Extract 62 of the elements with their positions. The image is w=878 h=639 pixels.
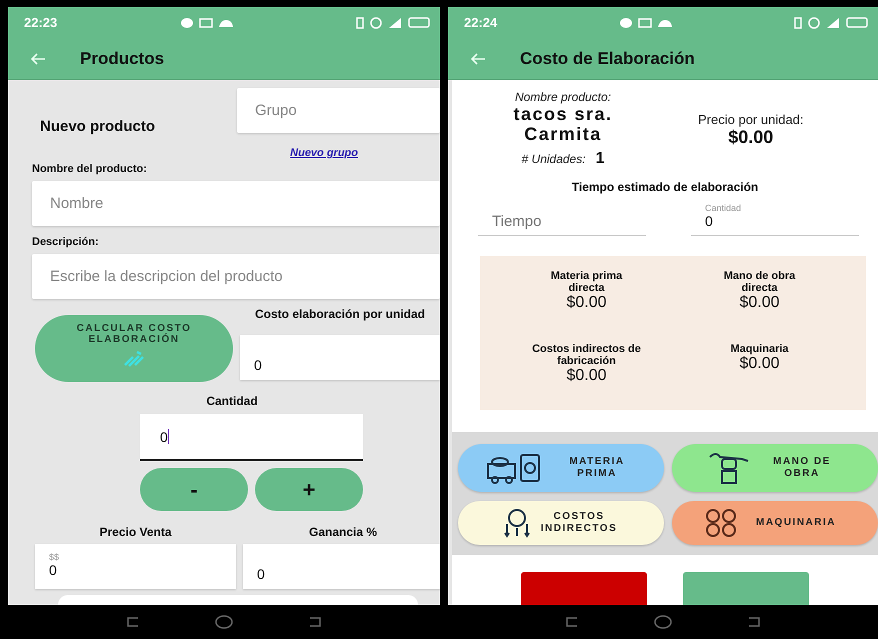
battery-icon xyxy=(408,17,430,28)
gears-icon xyxy=(704,508,738,538)
units-value: 1 xyxy=(596,150,604,168)
unit-price: $0.00 xyxy=(728,127,774,148)
status-time: 22:23 xyxy=(24,15,58,30)
back-icon[interactable] xyxy=(308,616,322,628)
battery-icon xyxy=(846,17,868,28)
recents-icon[interactable] xyxy=(126,616,140,628)
time-heading: Tiempo estimado de elaboración xyxy=(572,180,758,194)
price-field[interactable]: $$ 0 xyxy=(35,544,236,589)
section-heading: Nuevo producto xyxy=(40,118,156,135)
cost-value: $0.00 xyxy=(739,294,780,312)
decrement-button[interactable]: - xyxy=(140,468,248,511)
name-field[interactable]: Nombre xyxy=(32,181,440,226)
cost-label: Materia prima directa xyxy=(550,270,624,294)
message-icon xyxy=(180,18,193,28)
time-field[interactable]: Tiempo xyxy=(478,194,646,236)
cloud-icon xyxy=(218,18,233,26)
price-label: Precio Venta xyxy=(99,525,172,539)
cloud-icon xyxy=(658,18,672,26)
group-field[interactable]: Grupo xyxy=(237,88,440,133)
cost-value: $0.00 xyxy=(739,355,780,373)
coin-arrows-icon xyxy=(503,508,531,538)
back-arrow-icon[interactable] xyxy=(470,52,486,64)
unit-cost-label: Costo elaboración por unidad xyxy=(254,307,426,321)
amount-field[interactable]: Cantidad 0 xyxy=(691,194,859,236)
signal-icon xyxy=(826,16,840,28)
calculate-cost-button[interactable]: CALCULAR COSTO ELABORACIÓN xyxy=(35,315,233,382)
profit-field[interactable]: 0 xyxy=(243,544,440,589)
cost-label: Mano de obra directa xyxy=(722,270,796,294)
increment-button[interactable]: + xyxy=(255,468,363,511)
profit-label: Ganancia % xyxy=(308,525,378,539)
cost-label: Costos indirectos de fabricación xyxy=(532,343,642,367)
back-icon[interactable] xyxy=(746,616,761,628)
cost-value: $0.00 xyxy=(566,294,607,312)
runner-icon xyxy=(123,349,145,367)
product-label: Nombre producto: xyxy=(514,90,612,104)
screen-title: Productos xyxy=(80,48,164,68)
status-time: 22:24 xyxy=(464,15,498,30)
new-group-link[interactable]: Nuevo grupo xyxy=(290,147,358,159)
signal-icon xyxy=(388,16,402,28)
quantity-label: Cantidad xyxy=(206,394,258,408)
home-icon[interactable] xyxy=(214,615,233,629)
category-button[interactable]: COSTOS INDIRECTOS xyxy=(458,501,664,545)
quantity-field[interactable]: 0 xyxy=(140,414,363,461)
unit-price-label: Precio por unidad: xyxy=(698,112,804,127)
description-field[interactable]: Escribe la descripcion del producto xyxy=(32,254,440,299)
product-name: tacos sra. Carmita xyxy=(512,104,614,144)
category-button[interactable]: MATERIA PRIMA xyxy=(458,444,664,492)
message-icon xyxy=(620,18,632,28)
recents-icon[interactable] xyxy=(565,616,580,628)
screen-title: Costo de Elaboración xyxy=(520,48,695,68)
field-label: Descripción: xyxy=(32,236,100,248)
field-label: Nombre del producto: xyxy=(32,163,148,175)
category-button[interactable]: MANO DE OBRA xyxy=(672,444,878,492)
back-arrow-icon[interactable] xyxy=(30,52,46,64)
category-button[interactable]: MAQUINARIA xyxy=(672,501,878,545)
unit-cost-field[interactable]: 0 xyxy=(240,335,440,380)
cost-value: $0.00 xyxy=(566,367,607,385)
units-label: # Unidades: xyxy=(522,152,586,166)
home-icon[interactable] xyxy=(654,615,672,629)
cost-label: Maquinaria xyxy=(729,343,790,355)
